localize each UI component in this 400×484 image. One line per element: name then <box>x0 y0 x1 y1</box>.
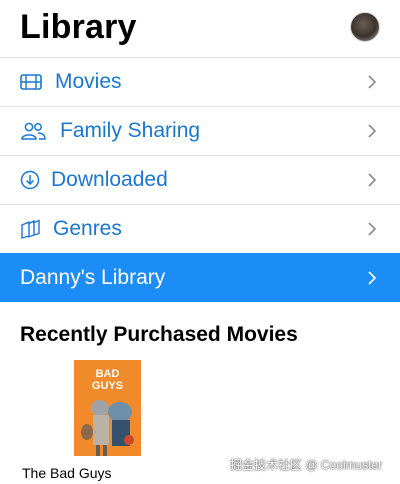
chevron-right-icon <box>368 124 377 138</box>
list-item-family-sharing[interactable]: Family Sharing <box>0 106 400 155</box>
section-title: Recently Purchased Movies <box>20 323 298 346</box>
film-icon <box>20 74 42 90</box>
library-list: Movies Family Sharing Downloaded Genres … <box>0 57 400 302</box>
chevron-right-icon <box>368 222 377 236</box>
download-circle-icon <box>20 170 40 190</box>
people-icon <box>21 122 46 140</box>
poster-title-line: BAD <box>96 368 120 380</box>
list-item-label: Movies <box>55 70 122 93</box>
list-item-downloaded[interactable]: Downloaded <box>0 155 400 204</box>
list-item-label: Danny's Library <box>20 266 166 289</box>
list-item-movies[interactable]: Movies <box>0 57 400 106</box>
poster-title-line: GUYS <box>92 380 123 392</box>
list-item-genres[interactable]: Genres <box>0 204 400 253</box>
watermark-text: 掘金技术社区 @ Coolmuster <box>230 458 383 472</box>
movie-poster-art: BAD GUYS <box>74 360 141 456</box>
movie-title[interactable]: The Bad Guys <box>22 465 112 481</box>
list-item-label: Genres <box>53 217 122 240</box>
chevron-right-icon <box>368 173 377 187</box>
chevron-right-icon <box>368 75 377 89</box>
chevron-right-icon <box>368 271 377 285</box>
movie-poster[interactable]: BAD GUYS <box>74 360 141 456</box>
genres-icon <box>21 219 40 239</box>
list-item-dannys-library[interactable]: Danny's Library <box>0 253 400 302</box>
page-title: Library <box>20 8 137 46</box>
header: Library <box>0 0 400 58</box>
avatar[interactable] <box>350 12 380 42</box>
list-item-label: Family Sharing <box>60 119 201 142</box>
list-item-label: Downloaded <box>51 168 168 191</box>
